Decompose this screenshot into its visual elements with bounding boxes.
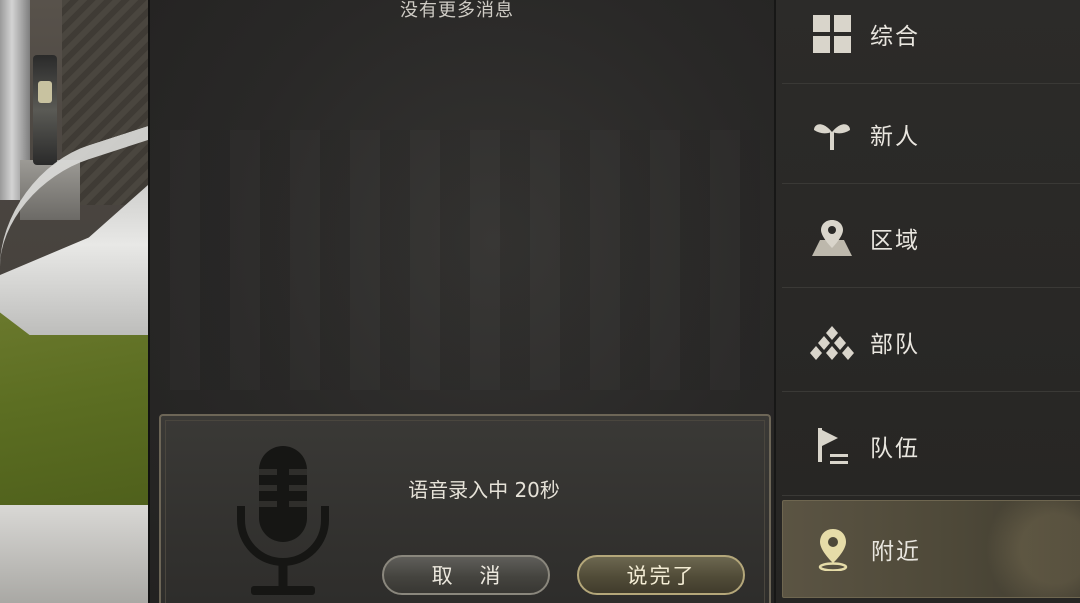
grid-icon bbox=[810, 12, 854, 56]
tab-newcomer[interactable]: 新人 bbox=[782, 84, 1080, 184]
tab-general-label: 综合 bbox=[870, 23, 920, 50]
company-icon bbox=[810, 320, 854, 364]
map-pin-icon bbox=[810, 216, 854, 260]
no-more-messages-label: 没有更多消息 bbox=[400, 0, 514, 21]
background-texture bbox=[170, 130, 760, 390]
tab-party-label: 队伍 bbox=[870, 435, 920, 462]
stone-pavement bbox=[0, 505, 148, 603]
channel-sidebar: 综合 新人 区域 部队 队伍 附近 bbox=[774, 0, 1080, 603]
tab-free-company[interactable]: 部队 bbox=[782, 292, 1080, 392]
microphone-icon bbox=[237, 446, 329, 595]
tab-nearby-label: 附近 bbox=[871, 539, 921, 565]
cancel-button[interactable]: 取 消 bbox=[382, 555, 550, 595]
sprout-icon bbox=[810, 112, 854, 156]
party-flag-icon bbox=[810, 424, 854, 468]
recording-status-text: 语音录入中 20秒 bbox=[408, 478, 560, 502]
voice-input-dialog: 语音录入中 20秒 取 消 说完了 bbox=[159, 414, 771, 603]
tab-general[interactable]: 综合 bbox=[782, 0, 1080, 84]
location-pin-icon bbox=[811, 527, 855, 571]
tab-region-label: 区域 bbox=[870, 227, 920, 254]
done-speaking-button[interactable]: 说完了 bbox=[577, 555, 745, 595]
tab-newcomer-label: 新人 bbox=[870, 123, 920, 150]
tab-free-company-label: 部队 bbox=[870, 331, 920, 358]
tab-party[interactable]: 队伍 bbox=[782, 396, 1080, 496]
tab-nearby[interactable]: 附近 bbox=[782, 500, 1080, 598]
tab-region[interactable]: 区域 bbox=[782, 188, 1080, 288]
game-scene bbox=[0, 0, 148, 603]
street-lamp bbox=[33, 55, 57, 165]
